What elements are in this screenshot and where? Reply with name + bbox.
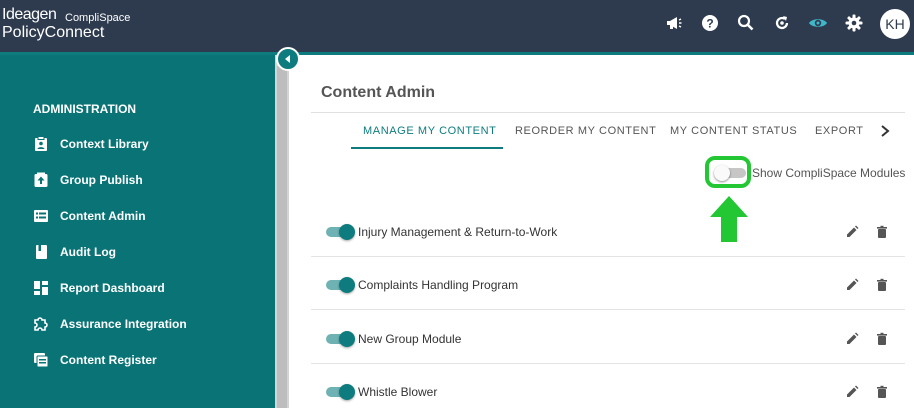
tab-export-my-content[interactable]: EXPORT MY CONTENT bbox=[815, 125, 866, 137]
sidebar-item-group-publish[interactable]: Group Publish bbox=[33, 170, 263, 194]
puzzle-icon bbox=[34, 317, 48, 331]
sidebar-item-label: Assurance Integration bbox=[60, 317, 187, 331]
tab-reorder-my-content[interactable]: REORDER MY CONTENT bbox=[515, 125, 656, 137]
list-item: Whistle Blower bbox=[311, 364, 905, 417]
page-title: Content Admin bbox=[321, 84, 436, 101]
avatar[interactable]: KH bbox=[880, 9, 910, 39]
sidebar-item-audit-log[interactable]: Audit Log bbox=[33, 242, 263, 266]
list-item: Complaints Handling Program bbox=[311, 257, 905, 310]
delete-icon[interactable] bbox=[875, 385, 889, 399]
tab-my-content-status[interactable]: MY CONTENT STATUS bbox=[670, 125, 797, 137]
clipboard-icon bbox=[35, 136, 47, 151]
sidebar-heading: ADMINISTRATION bbox=[33, 102, 137, 116]
sidebar-item-label: Group Publish bbox=[60, 173, 143, 187]
eye-icon[interactable] bbox=[808, 13, 828, 33]
list-item: New Group Module bbox=[311, 311, 905, 364]
sidebar-item-label: Content Admin bbox=[60, 209, 146, 223]
module-name: Complaints Handling Program bbox=[358, 278, 519, 292]
book-icon bbox=[36, 245, 47, 259]
search-icon[interactable] bbox=[736, 13, 756, 33]
show-complispace-modules-label: Show CompliSpace Modules bbox=[752, 166, 906, 180]
title-divider bbox=[311, 112, 905, 113]
edit-icon[interactable] bbox=[845, 332, 859, 346]
module-name: Injury Management & Return-to-Work bbox=[358, 225, 558, 239]
module-enabled-toggle[interactable] bbox=[326, 384, 356, 400]
list-icon bbox=[34, 210, 48, 222]
sidebar-item-context-library[interactable]: Context Library bbox=[33, 134, 263, 158]
megaphone-icon[interactable] bbox=[664, 13, 684, 33]
list-item: Injury Management & Return-to-Work bbox=[311, 204, 905, 257]
edit-icon[interactable] bbox=[845, 278, 859, 292]
product-name: PolicyConnect bbox=[2, 24, 105, 41]
toggle-knob bbox=[714, 165, 730, 181]
sidebar-item-report-dashboard[interactable]: Report Dashboard bbox=[33, 278, 263, 302]
sidebar-collapse-button[interactable] bbox=[276, 47, 300, 71]
delete-icon[interactable] bbox=[875, 278, 889, 292]
refresh-icon[interactable] bbox=[772, 13, 792, 33]
sidebar-item-label: Report Dashboard bbox=[60, 281, 165, 295]
delete-icon[interactable] bbox=[875, 332, 889, 346]
row-divider bbox=[311, 309, 905, 310]
module-name: Whistle Blower bbox=[358, 385, 438, 399]
module-enabled-toggle[interactable] bbox=[326, 224, 356, 240]
sidebar-item-label: Content Register bbox=[60, 353, 157, 367]
module-name: New Group Module bbox=[358, 332, 462, 346]
module-enabled-toggle[interactable] bbox=[326, 331, 356, 347]
svg-text:?: ? bbox=[706, 17, 713, 31]
sidebar-item-content-admin[interactable]: Content Admin bbox=[33, 206, 263, 230]
tab-export-container: EXPORT MY CONTENT bbox=[811, 120, 866, 142]
active-tab-indicator bbox=[351, 147, 503, 149]
gear-icon[interactable] bbox=[844, 13, 864, 33]
sub-brand-name: CompliSpace bbox=[65, 12, 131, 24]
chevron-left-icon bbox=[285, 55, 290, 63]
chevron-right-icon[interactable] bbox=[878, 124, 892, 138]
show-complispace-modules-toggle[interactable] bbox=[714, 165, 746, 181]
publish-icon bbox=[34, 172, 48, 187]
dashboard-icon bbox=[34, 281, 48, 295]
help-icon[interactable]: ? bbox=[700, 13, 720, 33]
sidebar-item-assurance-integration[interactable]: Assurance Integration bbox=[33, 314, 263, 338]
sidebar-item-content-register[interactable]: Content Register bbox=[33, 350, 263, 374]
sidebar-item-label: Audit Log bbox=[60, 245, 116, 259]
brand-name: Ideagen bbox=[2, 6, 57, 23]
edit-icon[interactable] bbox=[845, 385, 859, 399]
sidebar-item-label: Context Library bbox=[60, 137, 149, 151]
top-bar: Ideagen CompliSpace PolicyConnect ? KH bbox=[0, 0, 914, 52]
sidebar-scrollbar-thumb[interactable] bbox=[277, 66, 287, 408]
module-enabled-toggle[interactable] bbox=[326, 277, 356, 293]
register-icon bbox=[34, 353, 49, 368]
edit-icon[interactable] bbox=[845, 225, 859, 239]
delete-icon[interactable] bbox=[875, 225, 889, 239]
tab-manage-my-content[interactable]: MANAGE MY CONTENT bbox=[363, 125, 496, 137]
